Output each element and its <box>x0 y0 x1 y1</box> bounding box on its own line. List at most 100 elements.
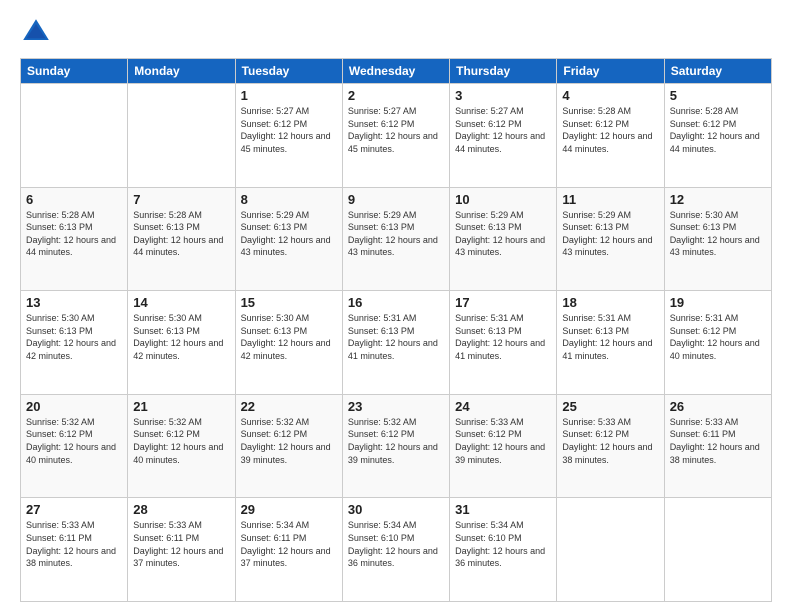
day-number: 2 <box>348 88 444 103</box>
page: SundayMondayTuesdayWednesdayThursdayFrid… <box>0 0 792 612</box>
weekday-header: Friday <box>557 59 664 84</box>
day-number: 11 <box>562 192 658 207</box>
day-info: Sunrise: 5:33 AM Sunset: 6:11 PM Dayligh… <box>670 416 766 466</box>
day-number: 19 <box>670 295 766 310</box>
day-number: 12 <box>670 192 766 207</box>
day-number: 17 <box>455 295 551 310</box>
day-info: Sunrise: 5:29 AM Sunset: 6:13 PM Dayligh… <box>562 209 658 259</box>
calendar-cell <box>128 84 235 188</box>
day-number: 28 <box>133 502 229 517</box>
day-number: 18 <box>562 295 658 310</box>
day-number: 30 <box>348 502 444 517</box>
calendar: SundayMondayTuesdayWednesdayThursdayFrid… <box>20 58 772 602</box>
calendar-cell: 31 Sunrise: 5:34 AM Sunset: 6:10 PM Dayli… <box>450 498 557 602</box>
calendar-cell: 5 Sunrise: 5:28 AM Sunset: 6:12 PM Daylig… <box>664 84 771 188</box>
day-number: 9 <box>348 192 444 207</box>
calendar-cell: 26 Sunrise: 5:33 AM Sunset: 6:11 PM Dayli… <box>664 394 771 498</box>
day-number: 22 <box>241 399 337 414</box>
weekday-header: Thursday <box>450 59 557 84</box>
day-info: Sunrise: 5:29 AM Sunset: 6:13 PM Dayligh… <box>241 209 337 259</box>
calendar-cell: 22 Sunrise: 5:32 AM Sunset: 6:12 PM Dayli… <box>235 394 342 498</box>
day-number: 24 <box>455 399 551 414</box>
day-info: Sunrise: 5:27 AM Sunset: 6:12 PM Dayligh… <box>241 105 337 155</box>
day-number: 14 <box>133 295 229 310</box>
day-number: 27 <box>26 502 122 517</box>
weekday-header: Wednesday <box>342 59 449 84</box>
day-info: Sunrise: 5:29 AM Sunset: 6:13 PM Dayligh… <box>455 209 551 259</box>
day-info: Sunrise: 5:30 AM Sunset: 6:13 PM Dayligh… <box>670 209 766 259</box>
day-info: Sunrise: 5:33 AM Sunset: 6:11 PM Dayligh… <box>133 519 229 569</box>
day-number: 26 <box>670 399 766 414</box>
day-number: 31 <box>455 502 551 517</box>
calendar-cell: 28 Sunrise: 5:33 AM Sunset: 6:11 PM Dayli… <box>128 498 235 602</box>
calendar-cell: 25Sunrise: 5:33 AM Sunset: 6:12 PM Dayli… <box>557 394 664 498</box>
day-number: 10 <box>455 192 551 207</box>
calendar-cell: 8Sunrise: 5:29 AM Sunset: 6:13 PM Daylig… <box>235 187 342 291</box>
day-info: Sunrise: 5:34 AM Sunset: 6:10 PM Dayligh… <box>348 519 444 569</box>
day-info: Sunrise: 5:33 AM Sunset: 6:11 PM Dayligh… <box>26 519 122 569</box>
day-info: Sunrise: 5:34 AM Sunset: 6:10 PM Dayligh… <box>455 519 551 569</box>
calendar-week-row: 6 Sunrise: 5:28 AM Sunset: 6:13 PM Daylig… <box>21 187 772 291</box>
weekday-header: Sunday <box>21 59 128 84</box>
day-info: Sunrise: 5:32 AM Sunset: 6:12 PM Dayligh… <box>348 416 444 466</box>
weekday-header: Tuesday <box>235 59 342 84</box>
day-info: Sunrise: 5:28 AM Sunset: 6:12 PM Dayligh… <box>562 105 658 155</box>
calendar-cell <box>664 498 771 602</box>
day-info: Sunrise: 5:32 AM Sunset: 6:12 PM Dayligh… <box>241 416 337 466</box>
day-number: 6 <box>26 192 122 207</box>
calendar-cell: 21 Sunrise: 5:32 AM Sunset: 6:12 PM Dayli… <box>128 394 235 498</box>
calendar-cell: 9 Sunrise: 5:29 AM Sunset: 6:13 PM Daylig… <box>342 187 449 291</box>
calendar-cell: 2Sunrise: 5:27 AM Sunset: 6:12 PM Daylig… <box>342 84 449 188</box>
day-info: Sunrise: 5:27 AM Sunset: 6:12 PM Dayligh… <box>455 105 551 155</box>
calendar-cell: 27 Sunrise: 5:33 AM Sunset: 6:11 PM Dayli… <box>21 498 128 602</box>
calendar-cell: 4 Sunrise: 5:28 AM Sunset: 6:12 PM Daylig… <box>557 84 664 188</box>
day-info: Sunrise: 5:28 AM Sunset: 6:13 PM Dayligh… <box>26 209 122 259</box>
day-info: Sunrise: 5:30 AM Sunset: 6:13 PM Dayligh… <box>133 312 229 362</box>
calendar-week-row: 1Sunrise: 5:27 AM Sunset: 6:12 PM Daylig… <box>21 84 772 188</box>
day-number: 25 <box>562 399 658 414</box>
logo <box>20 16 58 48</box>
weekday-header: Saturday <box>664 59 771 84</box>
calendar-cell: 23Sunrise: 5:32 AM Sunset: 6:12 PM Dayli… <box>342 394 449 498</box>
day-number: 7 <box>133 192 229 207</box>
calendar-cell: 30 Sunrise: 5:34 AM Sunset: 6:10 PM Dayli… <box>342 498 449 602</box>
logo-icon <box>20 16 52 48</box>
header <box>20 16 772 48</box>
day-number: 21 <box>133 399 229 414</box>
day-info: Sunrise: 5:31 AM Sunset: 6:13 PM Dayligh… <box>348 312 444 362</box>
day-info: Sunrise: 5:30 AM Sunset: 6:13 PM Dayligh… <box>26 312 122 362</box>
calendar-cell: 11 Sunrise: 5:29 AM Sunset: 6:13 PM Dayli… <box>557 187 664 291</box>
calendar-cell: 15Sunrise: 5:30 AM Sunset: 6:13 PM Dayli… <box>235 291 342 395</box>
day-info: Sunrise: 5:28 AM Sunset: 6:12 PM Dayligh… <box>670 105 766 155</box>
day-number: 16 <box>348 295 444 310</box>
day-info: Sunrise: 5:31 AM Sunset: 6:12 PM Dayligh… <box>670 312 766 362</box>
calendar-cell: 14 Sunrise: 5:30 AM Sunset: 6:13 PM Dayli… <box>128 291 235 395</box>
day-number: 3 <box>455 88 551 103</box>
calendar-cell: 29Sunrise: 5:34 AM Sunset: 6:11 PM Dayli… <box>235 498 342 602</box>
day-number: 4 <box>562 88 658 103</box>
calendar-cell <box>21 84 128 188</box>
day-info: Sunrise: 5:29 AM Sunset: 6:13 PM Dayligh… <box>348 209 444 259</box>
weekday-header: Monday <box>128 59 235 84</box>
calendar-cell: 3 Sunrise: 5:27 AM Sunset: 6:12 PM Daylig… <box>450 84 557 188</box>
calendar-cell: 12 Sunrise: 5:30 AM Sunset: 6:13 PM Dayli… <box>664 187 771 291</box>
calendar-week-row: 20 Sunrise: 5:32 AM Sunset: 6:12 PM Dayli… <box>21 394 772 498</box>
day-info: Sunrise: 5:28 AM Sunset: 6:13 PM Dayligh… <box>133 209 229 259</box>
calendar-cell: 20 Sunrise: 5:32 AM Sunset: 6:12 PM Dayli… <box>21 394 128 498</box>
calendar-cell: 13Sunrise: 5:30 AM Sunset: 6:13 PM Dayli… <box>21 291 128 395</box>
day-info: Sunrise: 5:31 AM Sunset: 6:13 PM Dayligh… <box>562 312 658 362</box>
day-info: Sunrise: 5:32 AM Sunset: 6:12 PM Dayligh… <box>26 416 122 466</box>
calendar-cell: 16 Sunrise: 5:31 AM Sunset: 6:13 PM Dayli… <box>342 291 449 395</box>
calendar-cell: 17 Sunrise: 5:31 AM Sunset: 6:13 PM Dayli… <box>450 291 557 395</box>
day-info: Sunrise: 5:30 AM Sunset: 6:13 PM Dayligh… <box>241 312 337 362</box>
day-number: 20 <box>26 399 122 414</box>
day-number: 5 <box>670 88 766 103</box>
day-info: Sunrise: 5:31 AM Sunset: 6:13 PM Dayligh… <box>455 312 551 362</box>
calendar-cell: 19 Sunrise: 5:31 AM Sunset: 6:12 PM Dayli… <box>664 291 771 395</box>
calendar-cell: 7 Sunrise: 5:28 AM Sunset: 6:13 PM Daylig… <box>128 187 235 291</box>
calendar-week-row: 13Sunrise: 5:30 AM Sunset: 6:13 PM Dayli… <box>21 291 772 395</box>
day-info: Sunrise: 5:32 AM Sunset: 6:12 PM Dayligh… <box>133 416 229 466</box>
calendar-cell: 6 Sunrise: 5:28 AM Sunset: 6:13 PM Daylig… <box>21 187 128 291</box>
day-info: Sunrise: 5:34 AM Sunset: 6:11 PM Dayligh… <box>241 519 337 569</box>
calendar-cell: 18 Sunrise: 5:31 AM Sunset: 6:13 PM Dayli… <box>557 291 664 395</box>
